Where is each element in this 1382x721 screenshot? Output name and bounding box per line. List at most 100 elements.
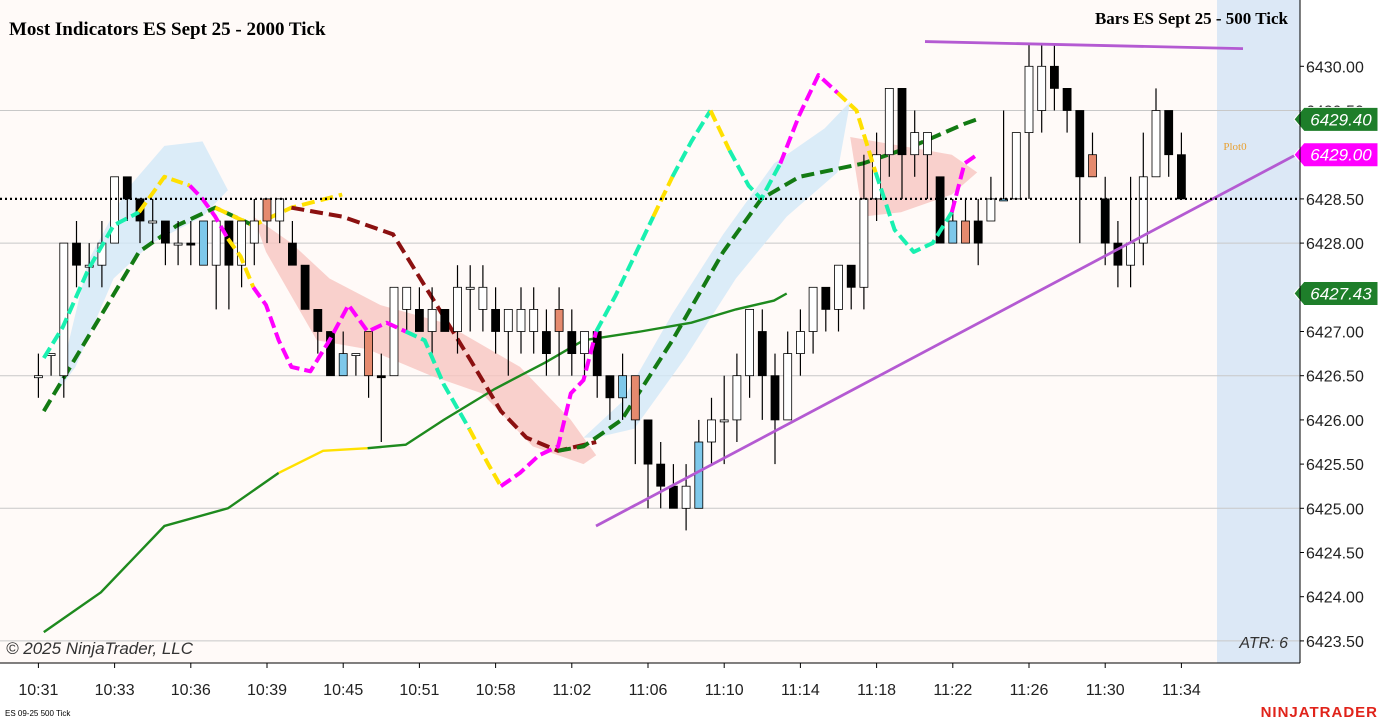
candle-body bbox=[34, 375, 43, 379]
y-tick-label: 6423.50 bbox=[1306, 634, 1364, 651]
candle-body bbox=[389, 286, 399, 377]
x-tick-label: 10:58 bbox=[476, 682, 516, 699]
candle-body bbox=[605, 375, 615, 399]
candle-body bbox=[643, 419, 653, 465]
candle-body bbox=[580, 331, 589, 355]
candle-body bbox=[745, 308, 754, 377]
y-tick-label: 6428.00 bbox=[1306, 236, 1364, 253]
x-tick-label: 11:02 bbox=[552, 682, 591, 699]
candle-body bbox=[453, 286, 462, 332]
candle-body bbox=[694, 441, 704, 509]
candle-body bbox=[1075, 110, 1085, 178]
brand-logo: NINJATRADER bbox=[1261, 704, 1378, 721]
y-tick-label: 6425.50 bbox=[1306, 457, 1364, 474]
candle-body bbox=[160, 220, 170, 244]
x-tick-label: 10:45 bbox=[323, 682, 363, 699]
chart-subtitle: Bars ES Sept 25 - 500 Tick bbox=[1095, 9, 1289, 28]
candle-body bbox=[554, 308, 564, 332]
candle-body bbox=[110, 176, 119, 244]
candle-body bbox=[859, 198, 869, 288]
candle-body bbox=[923, 132, 932, 156]
candle-body bbox=[1088, 154, 1097, 178]
price-tag-label: 6427.43 bbox=[1310, 284, 1372, 303]
x-tick-label: 11:22 bbox=[933, 682, 972, 699]
x-tick-label: 11:26 bbox=[1010, 682, 1049, 699]
price-tag-label: 6429.40 bbox=[1310, 110, 1372, 129]
instrument-note: ES 09-25 500 Tick bbox=[5, 709, 71, 718]
y-tick-label: 6430.00 bbox=[1306, 59, 1364, 76]
x-tick-label: 11:18 bbox=[857, 682, 896, 699]
candle-body bbox=[1177, 154, 1186, 200]
y-tick-label: 6426.00 bbox=[1306, 413, 1364, 430]
candle-body bbox=[783, 353, 793, 421]
candle-body bbox=[313, 308, 323, 332]
x-tick-label: 10:51 bbox=[399, 682, 439, 699]
candle-body bbox=[465, 286, 475, 290]
candle-body bbox=[402, 286, 412, 310]
price-chart[interactable]: 6430.006429.506428.506428.006427.006426.… bbox=[0, 0, 1382, 721]
candle-body bbox=[592, 331, 602, 377]
candle-body bbox=[986, 198, 996, 222]
y-tick-label: 6424.00 bbox=[1306, 590, 1364, 607]
candle-body bbox=[376, 375, 386, 379]
x-tick-label: 10:33 bbox=[95, 682, 135, 699]
y-tick-label: 6425.00 bbox=[1306, 501, 1364, 518]
candle-body bbox=[757, 331, 767, 377]
candle-body bbox=[542, 331, 551, 355]
candle-body bbox=[287, 242, 297, 266]
candle-body bbox=[478, 286, 488, 310]
x-tick-label: 10:36 bbox=[171, 682, 211, 699]
candle-body bbox=[1024, 65, 1034, 134]
candle-body bbox=[173, 242, 183, 246]
chart-background bbox=[0, 0, 1300, 663]
candle-body bbox=[1164, 110, 1174, 156]
candle-body bbox=[516, 308, 526, 332]
candle-body bbox=[1011, 132, 1021, 200]
candle-body bbox=[529, 308, 539, 332]
candle-body bbox=[884, 88, 894, 156]
x-tick-label: 11:30 bbox=[1086, 682, 1125, 699]
candle-body bbox=[1062, 88, 1072, 111]
candle-body bbox=[1100, 198, 1110, 244]
candle-body bbox=[834, 264, 843, 310]
x-tick-label: 11:10 bbox=[705, 682, 744, 699]
y-tick-label: 6427.00 bbox=[1306, 325, 1364, 342]
candle-body bbox=[440, 308, 450, 332]
candle-body bbox=[897, 88, 907, 156]
price-tag-label: 6429.00 bbox=[1310, 146, 1372, 165]
candle-body bbox=[669, 485, 678, 509]
x-tick-label: 11:34 bbox=[1162, 682, 1201, 699]
copyright-text: © 2025 NinjaTrader, LLC bbox=[6, 639, 194, 658]
candle-body bbox=[211, 220, 221, 266]
candle-body bbox=[148, 220, 158, 224]
candle-body bbox=[1050, 65, 1059, 89]
candle-body bbox=[351, 353, 361, 357]
candle-body bbox=[1126, 242, 1135, 266]
x-tick-label: 10:31 bbox=[18, 682, 58, 699]
candle-body bbox=[910, 132, 920, 156]
candle-body bbox=[948, 220, 958, 244]
candle-body bbox=[491, 308, 501, 332]
candle-body bbox=[973, 220, 983, 244]
x-tick-label: 10:39 bbox=[247, 682, 287, 699]
candle-body bbox=[275, 198, 285, 222]
candle-body bbox=[300, 264, 310, 310]
candle-body bbox=[719, 419, 729, 423]
candle-body bbox=[1037, 65, 1047, 111]
candle-body bbox=[59, 242, 69, 377]
candle-body bbox=[199, 220, 208, 266]
atr-label: ATR: 6 bbox=[1238, 635, 1288, 652]
candle-body bbox=[364, 331, 374, 377]
candle-body bbox=[567, 331, 577, 355]
candle-body bbox=[122, 176, 132, 200]
candle-body bbox=[72, 242, 81, 266]
y-tick-label: 6426.50 bbox=[1306, 369, 1364, 386]
candle-body bbox=[961, 220, 970, 244]
y-tick-label: 6424.50 bbox=[1306, 546, 1364, 563]
x-tick-label: 11:06 bbox=[629, 682, 668, 699]
candle-body bbox=[630, 375, 640, 421]
candle-body bbox=[732, 375, 742, 421]
right-projection-band bbox=[1217, 0, 1300, 663]
candle-body bbox=[414, 308, 424, 332]
candle-body bbox=[503, 308, 513, 332]
